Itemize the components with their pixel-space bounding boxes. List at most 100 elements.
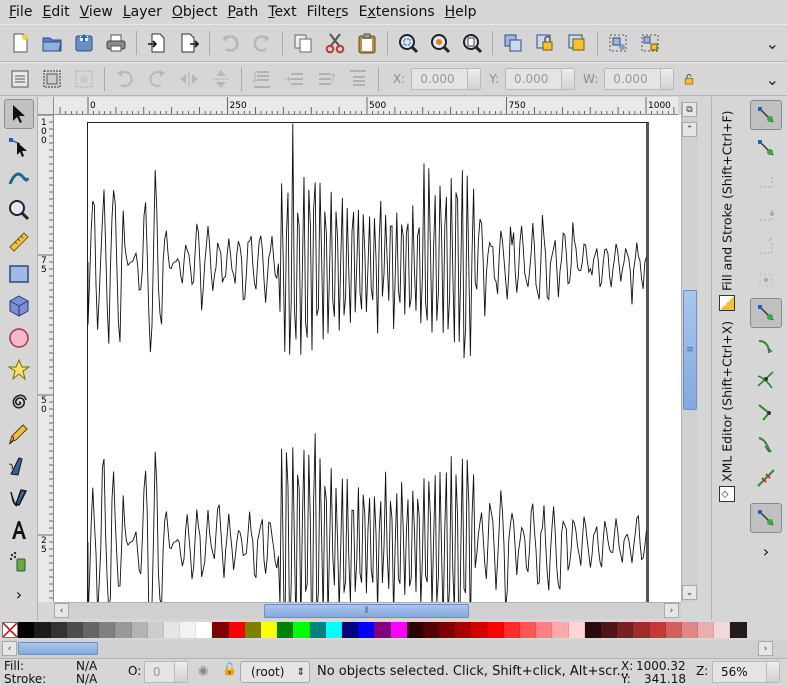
palette-swatch[interactable] (358, 622, 375, 638)
more-tools-button[interactable]: › (4, 579, 34, 609)
palette-swatch[interactable] (341, 622, 359, 638)
palette-scrollbar[interactable]: ‹ › (0, 640, 787, 658)
palette-scroll-left-button[interactable]: ‹ (2, 641, 17, 656)
snap-nodes-button[interactable] (750, 298, 782, 328)
palette-swatch[interactable] (196, 622, 213, 638)
zoom-input[interactable]: 56% (712, 661, 780, 683)
palette-swatch[interactable] (66, 622, 83, 638)
ungroup-button[interactable] (636, 29, 664, 57)
horizontal-ruler[interactable]: 0 250 500 750 1000 (54, 97, 678, 115)
palette-swatch[interactable] (212, 622, 229, 638)
palette-swatch[interactable] (503, 622, 520, 638)
copy-button[interactable] (289, 29, 317, 57)
flip-vertical-button[interactable] (207, 65, 235, 93)
rotate-cw-button[interactable] (143, 65, 171, 93)
palette-swatch[interactable] (487, 622, 504, 638)
lower-button[interactable] (280, 65, 308, 93)
menu-path[interactable]: Path (222, 0, 263, 24)
import-button[interactable] (143, 29, 171, 57)
palette-swatch[interactable] (50, 622, 67, 638)
raise-to-top-button[interactable] (344, 65, 372, 93)
menu-object[interactable]: Object (167, 0, 223, 24)
raise-button[interactable] (312, 65, 340, 93)
palette-swatch[interactable] (439, 622, 456, 638)
menu-text[interactable]: Text (263, 0, 301, 24)
palette-swatch[interactable] (455, 622, 472, 638)
scroll-down-button[interactable]: ⌄ (682, 585, 697, 600)
menu-view[interactable]: View (75, 0, 118, 24)
horizontal-scroll-thumb[interactable]: ⦀ (264, 604, 469, 618)
spray-tool[interactable] (4, 547, 34, 577)
palette-swatch[interactable] (34, 622, 51, 638)
more-snap-button[interactable]: › (750, 536, 782, 566)
lock-ratio-button[interactable] (680, 65, 698, 93)
new-document-button[interactable] (6, 29, 34, 57)
duplicate-button[interactable] (499, 29, 527, 57)
layer-selector[interactable]: (root) ⇕ (240, 661, 310, 683)
rotate-ccw-button[interactable] (111, 65, 139, 93)
palette-swatch[interactable] (147, 622, 164, 638)
palette-swatch[interactable] (82, 622, 100, 638)
zoom-drawing-button[interactable] (426, 29, 454, 57)
palette-swatch[interactable] (228, 622, 245, 638)
palette-swatch[interactable] (584, 622, 601, 638)
rectangle-tool[interactable] (4, 259, 34, 289)
undo-button[interactable] (216, 29, 244, 57)
palette-swatch[interactable] (536, 622, 553, 638)
3d-box-tool[interactable] (4, 291, 34, 321)
chevron-down-icon[interactable]: ⌄ (766, 70, 779, 89)
snap-bbox-center-button[interactable] (750, 265, 782, 295)
palette-swatch[interactable] (99, 622, 116, 638)
export-button[interactable] (175, 29, 203, 57)
x-input[interactable]: 0.000 (411, 68, 482, 90)
y-input[interactable]: 0.000 (505, 68, 576, 90)
group-button[interactable] (604, 29, 632, 57)
snap-bbox-midpoint-button[interactable] (750, 232, 782, 262)
no-paint-swatch[interactable] (2, 622, 19, 638)
vertical-ruler[interactable]: 100755025 (38, 115, 54, 602)
lock-guides-button[interactable]: ⧉ (682, 102, 697, 117)
palette-swatch[interactable] (131, 622, 148, 638)
menu-edit[interactable]: Edit (37, 0, 74, 24)
redo-button[interactable] (248, 29, 276, 57)
vertical-scrollbar[interactable]: ⧉ ⌃ ≡ ⌄ (681, 102, 698, 602)
measure-tool[interactable] (4, 227, 34, 257)
horizontal-scrollbar[interactable]: ‹ ⦀ › (54, 602, 681, 619)
print-button[interactable] (102, 29, 130, 57)
palette-swatch[interactable] (730, 622, 747, 638)
select-all-layers-button[interactable] (38, 65, 66, 93)
palette-swatch[interactable] (325, 622, 342, 638)
palette-swatch[interactable] (568, 622, 585, 638)
palette-swatch[interactable] (471, 622, 488, 638)
snap-intersection-button[interactable] (750, 364, 782, 394)
scroll-up-button[interactable]: ⌃ (682, 122, 697, 137)
palette-swatch[interactable] (617, 622, 634, 638)
snap-bbox-button[interactable] (750, 133, 782, 163)
palette-swatch[interactable] (115, 622, 132, 638)
palette-swatch[interactable] (277, 622, 294, 638)
zoom-tool[interactable] (4, 195, 34, 225)
palette-swatch[interactable] (261, 622, 278, 638)
chevron-down-icon[interactable]: ⌄ (766, 34, 779, 53)
lock-icon[interactable]: 🔓 (222, 662, 237, 676)
cut-button[interactable] (321, 29, 349, 57)
palette-swatch[interactable] (390, 622, 407, 638)
pen-tool[interactable] (4, 451, 34, 481)
palette-swatch[interactable] (309, 622, 326, 638)
selector-tool[interactable] (4, 99, 34, 129)
snap-paths-button[interactable] (750, 331, 782, 361)
text-tool[interactable] (4, 515, 34, 545)
vertical-scroll-thumb[interactable]: ≡ (683, 290, 697, 410)
spiral-tool[interactable] (4, 387, 34, 417)
snap-smooth-button[interactable] (750, 430, 782, 460)
palette-scroll-right-button[interactable]: › (758, 641, 773, 656)
palette-swatch[interactable] (374, 622, 391, 638)
palette-swatch[interactable] (681, 622, 699, 638)
palette-scroll-thumb[interactable] (18, 642, 98, 655)
open-button[interactable] (38, 29, 66, 57)
menu-file[interactable]: File (4, 0, 37, 24)
palette-swatch[interactable] (293, 622, 310, 638)
menu-help[interactable]: Help (440, 0, 482, 24)
star-tool[interactable] (4, 355, 34, 385)
palette-swatch[interactable] (714, 622, 731, 638)
